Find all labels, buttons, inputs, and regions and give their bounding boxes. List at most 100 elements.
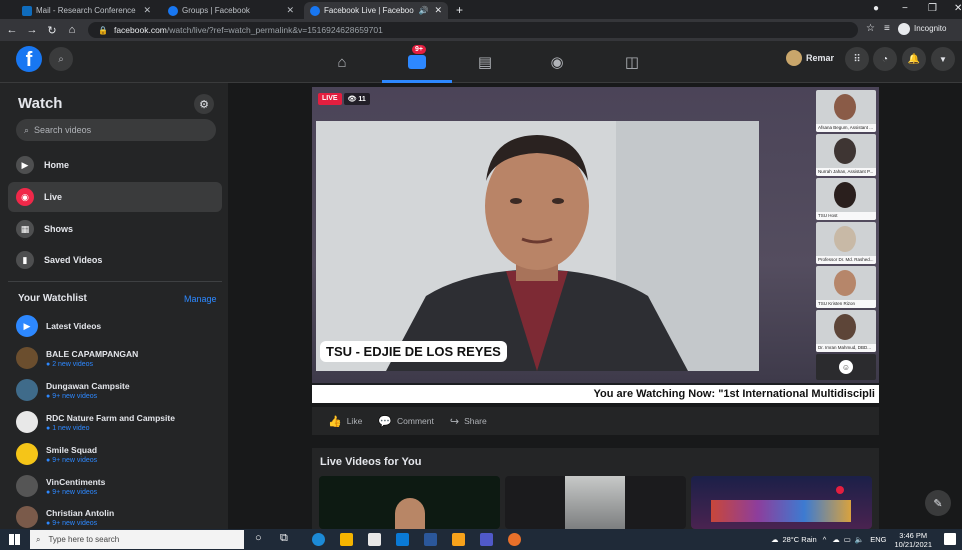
live-badge-group: LIVE 👁 11 — [318, 93, 370, 105]
sidebar-item-home[interactable]: ▶ Home — [8, 150, 222, 180]
video-frame[interactable]: LIVE 👁 11 TSU - EDJIE DE LOS REYES Afsan… — [312, 87, 879, 383]
close-icon[interactable]: ✕ — [143, 5, 151, 16]
network-icon[interactable]: ▭ — [844, 535, 851, 544]
outlook-icon — [22, 5, 32, 16]
watchlist-item[interactable]: RDC Nature Farm and Campsite ● 1 new vid… — [16, 406, 222, 438]
back-icon[interactable]: ← — [4, 24, 20, 36]
tab-groups[interactable]: Groups | Facebook ✕ — [162, 2, 300, 19]
comment-button[interactable]: 💬 Comment — [378, 415, 434, 428]
minimize-icon[interactable]: − — [902, 3, 908, 14]
live-video-card[interactable] — [319, 476, 500, 529]
account-dropdown-icon[interactable]: ▼ — [931, 47, 955, 71]
like-label: Like — [346, 416, 363, 426]
notification-center-icon[interactable] — [944, 533, 956, 545]
watchlist-item[interactable]: VinCentiments ● 9+ new videos — [16, 470, 222, 502]
sidebar-item-shows[interactable]: ▦ Shows — [8, 214, 222, 244]
messenger-icon[interactable]: ◔ — [873, 47, 897, 71]
groups-icon[interactable]: ◉ — [522, 47, 592, 77]
watchlist-item[interactable]: BALE CAPAMPANGAN ● 2 new videos — [16, 342, 222, 374]
live-video-card[interactable] — [691, 476, 872, 529]
file-explorer-icon[interactable] — [340, 533, 353, 546]
taskbar-search-input[interactable]: ⌕ Type here to search — [30, 530, 244, 549]
viewer-count-value: 11 — [358, 96, 366, 103]
cloud-icon[interactable]: ☁ — [832, 535, 840, 544]
url-domain: facebook.com — [113, 25, 167, 35]
menu-grid-icon[interactable]: ⠿ — [845, 47, 869, 71]
close-icon[interactable]: ✕ — [286, 5, 294, 16]
participant-thumbnail[interactable]: TSU Host — [816, 178, 876, 220]
live-video-card[interactable] — [505, 476, 686, 529]
teams-icon[interactable] — [480, 533, 493, 546]
windows-start-icon[interactable] — [9, 534, 20, 545]
participant-thumbnail[interactable]: Dr. Imran Mahmud, DBD... — [816, 310, 876, 352]
weather-text[interactable]: 28°C Rain — [782, 535, 816, 544]
sticky-app-icon[interactable] — [452, 533, 465, 546]
search-icon: ⌕ — [36, 534, 41, 544]
chrome-icon[interactable] — [508, 533, 521, 546]
sidebar-item-saved-videos[interactable]: ▮ Saved Videos — [8, 245, 222, 275]
window-close-icon[interactable]: ✕ — [954, 3, 962, 14]
task-view-icon[interactable]: ⧉ — [280, 532, 288, 545]
clock[interactable]: 3:46 PM 10/21/2021 — [894, 531, 932, 549]
url-bar[interactable]: 🔒 facebook.com /watch/live/?ref=watch_pe… — [88, 22, 858, 38]
bookmark-icon: ▮ — [16, 251, 34, 269]
edge-icon[interactable] — [312, 533, 325, 546]
watchlist-name: Smile Squad — [46, 444, 98, 455]
language-indicator[interactable]: ENG — [870, 535, 886, 544]
avatar — [16, 506, 38, 528]
participant-thumbnail[interactable]: TSU Kristen Rizon — [816, 266, 876, 308]
new-tab-icon[interactable]: + — [456, 3, 463, 17]
home-nav-icon[interactable]: ⌂ — [307, 47, 377, 77]
search-icon: ⌕ — [24, 124, 30, 135]
maximize-icon[interactable]: ❐ — [928, 3, 937, 14]
comment-label: Comment — [397, 416, 434, 426]
participant-thumbnail[interactable]: Nurrah Jahan, Assistant P... — [816, 134, 876, 176]
address-bar-row: ← → ↻ ⌂ 🔒 facebook.com /watch/live/?ref=… — [0, 19, 962, 41]
search-icon[interactable]: ⌕ — [49, 47, 73, 71]
reload-icon[interactable]: ↻ — [44, 24, 60, 37]
facebook-logo[interactable]: f — [16, 46, 42, 72]
star-icon[interactable]: ☆ — [866, 23, 875, 34]
volume-icon[interactable]: 🔈 — [855, 535, 864, 544]
incognito-label: Incognito — [914, 24, 947, 33]
notifications-icon[interactable]: 🔔 — [902, 47, 926, 71]
watchlist-name: RDC Nature Farm and Campsite — [46, 412, 175, 423]
manage-link[interactable]: Manage — [184, 294, 217, 304]
live-video-player[interactable]: LIVE 👁 11 TSU - EDJIE DE LOS REYES Afsan… — [312, 87, 879, 403]
marketplace-icon[interactable]: ▤ — [450, 47, 520, 77]
watch-nav-icon[interactable]: 9+ — [382, 45, 452, 77]
tab-facebook-live[interactable]: Facebook Live | Facebook 🔊 ✕ — [304, 2, 448, 19]
participant-thumbnail[interactable]: Professor Dr. Md. Rashed... — [816, 222, 876, 264]
word-icon[interactable] — [424, 533, 437, 546]
gaming-icon[interactable]: ◫ — [597, 47, 667, 77]
watchlist-name: Christian Antolin — [46, 507, 115, 518]
watchlist-title: Your Watchlist — [18, 293, 87, 304]
tab-mail[interactable]: Mail - Research Conference - Ou ✕ — [16, 2, 157, 19]
watchlist-item[interactable]: ▶ Latest Videos — [16, 310, 222, 342]
search-videos-input[interactable]: ⌕ Search videos — [16, 119, 216, 141]
store-icon[interactable] — [368, 533, 381, 546]
participant-thumbnail[interactable]: Afsana Begum, Assistant ... — [816, 90, 876, 132]
close-icon[interactable]: ✕ — [434, 5, 442, 16]
avatar[interactable] — [786, 50, 802, 66]
speaker-icon[interactable]: 🔊 — [418, 6, 428, 15]
watchlist-item[interactable]: Smile Squad ● 9+ new videos — [16, 438, 222, 470]
watchlist-sub: 9+ new videos — [52, 519, 98, 527]
forward-icon[interactable]: → — [24, 24, 40, 36]
profile-name[interactable]: Remar — [806, 53, 834, 63]
avatar — [16, 379, 38, 401]
share-button[interactable]: ↪ Share — [450, 415, 487, 428]
queue-icon[interactable]: ≡ — [884, 23, 890, 34]
mail-icon[interactable] — [396, 533, 409, 546]
settings-gear-icon[interactable]: ⚙ — [194, 94, 214, 114]
sidebar-item-label: Shows — [44, 224, 74, 234]
chevron-up-icon[interactable]: ^ — [823, 535, 827, 544]
new-message-icon[interactable]: ✎ — [925, 490, 951, 516]
like-button[interactable]: 👍 Like — [328, 415, 362, 428]
home-icon[interactable]: ⌂ — [64, 24, 80, 36]
cortana-icon[interactable]: ○ — [255, 532, 262, 544]
participant-thumbnail[interactable]: ☺ — [816, 354, 876, 380]
watchlist-item[interactable]: Dungawan Campsite ● 9+ new videos — [16, 374, 222, 406]
sidebar-item-live[interactable]: ◉ Live — [8, 182, 222, 212]
watchlist-name: Dungawan Campsite — [46, 380, 130, 391]
